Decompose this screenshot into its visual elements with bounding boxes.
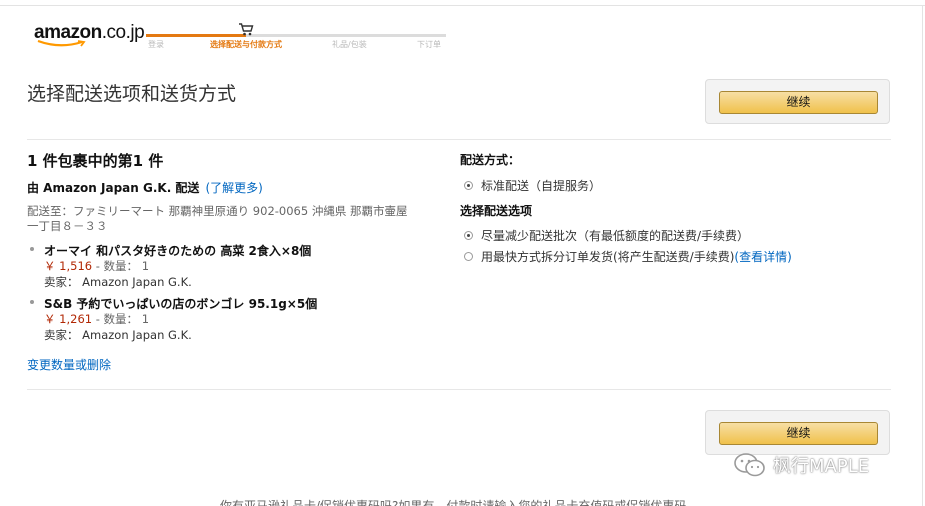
radio-fewest-shipments[interactable] bbox=[464, 231, 473, 240]
item-price-line: ￥ 1,261 - 数量： 1 bbox=[44, 311, 149, 327]
cart-icon bbox=[239, 23, 254, 36]
bullet bbox=[30, 247, 34, 251]
item-qty: - 数量： 1 bbox=[92, 312, 150, 326]
ship-by: 由 Amazon Japan G.K. 配送 (了解更多) bbox=[27, 179, 263, 196]
continue-box-top: 继续 bbox=[705, 79, 890, 124]
footer-text: 你有亚马逊礼品卡/促销优惠码吗?如果有，付款时请输入您的礼品卡充值码或促销优惠码… bbox=[220, 499, 699, 506]
step-shipping-payment: 选择配送与付款方式 bbox=[210, 40, 282, 49]
option-fewest-label: 尽量减少配送批次（有最低额度的配送费/手续费） bbox=[481, 229, 750, 243]
step-place-order: 下订单 bbox=[417, 40, 441, 49]
bullet bbox=[30, 300, 34, 304]
item-seller: 卖家： Amazon Japan G.K. bbox=[44, 275, 192, 289]
list-item: オーマイ 和パスタ好きのための 高菜 2食入×8個 ￥ 1,516 - 数量： … bbox=[30, 242, 430, 290]
option-fastest-label: 用最快方式拆分订单发货(将产生配送费/手续费) bbox=[481, 250, 735, 264]
page-title: 选择配送选项和送货方式 bbox=[27, 83, 237, 105]
item-name: S&B 予約でいっぱいの店のボンゴレ 95.1g×5個 bbox=[44, 297, 318, 311]
continue-box-bottom: 继续 bbox=[705, 410, 890, 455]
shipping-method-option[interactable]: 标准配送（自提服务） bbox=[464, 177, 601, 194]
shipping-method-label: 标准配送（自提服务） bbox=[481, 179, 602, 193]
item-seller: 卖家： Amazon Japan G.K. bbox=[44, 328, 192, 342]
shipping-option-fastest[interactable]: 用最快方式拆分订单发货(将产生配送费/手续费)(查看详情) bbox=[464, 248, 792, 265]
continue-button-top[interactable]: 继续 bbox=[719, 91, 878, 114]
item-price: ￥ 1,261 bbox=[44, 312, 93, 326]
wechat-icon bbox=[734, 453, 765, 477]
radio-fastest-split[interactable] bbox=[464, 252, 473, 261]
watermark-text: 枫行MAPLE bbox=[773, 456, 870, 477]
shipping-method-title: 配送方式： bbox=[460, 153, 521, 167]
top-border bbox=[0, 5, 925, 6]
item-price-line: ￥ 1,516 - 数量： 1 bbox=[44, 258, 149, 274]
delivery-address: 配送至：ファミリーマート 那覇神里原通り 902-0065 沖縄県 那覇市壷屋一… bbox=[27, 204, 408, 233]
progress-line-todo bbox=[246, 34, 446, 37]
ship-by-text: 由 Amazon Japan G.K. 配送 bbox=[27, 181, 200, 195]
divider-bottom bbox=[27, 389, 891, 390]
list-item: S&B 予約でいっぱいの店のボンゴレ 95.1g×5個 ￥ 1,261 - 数量… bbox=[30, 295, 430, 343]
change-quantity-link[interactable]: 变更数量或删除 bbox=[27, 356, 111, 373]
view-details-link[interactable]: (查看详情) bbox=[734, 250, 791, 264]
divider-top bbox=[27, 139, 891, 140]
right-border bbox=[922, 5, 923, 506]
logo-tld: .co.jp bbox=[101, 22, 145, 43]
checkout-progress: 登录 选择配送与付款方式 礼品/包装 下订单 bbox=[146, 22, 446, 52]
step-gift-wrap: 礼品/包装 bbox=[332, 40, 367, 49]
learn-more-link[interactable]: (了解更多) bbox=[205, 181, 262, 195]
radio-standard-shipping[interactable] bbox=[464, 181, 473, 190]
item-qty: - 数量： 1 bbox=[92, 259, 150, 273]
shipping-options-title: 选择配送选项 bbox=[460, 204, 533, 218]
package-title: 1 件包裹中的第1 件 bbox=[27, 152, 164, 170]
progress-line-done bbox=[146, 34, 246, 37]
step-login: 登录 bbox=[148, 40, 164, 49]
amazon-smile-icon bbox=[37, 40, 86, 47]
continue-button-bottom[interactable]: 继续 bbox=[719, 422, 878, 445]
shipping-option-fewest[interactable]: 尽量减少配送批次（有最低额度的配送费/手续费） bbox=[464, 227, 749, 244]
item-price: ￥ 1,516 bbox=[44, 259, 93, 273]
item-name: オーマイ 和パスタ好きのための 高菜 2食入×8個 bbox=[44, 244, 312, 258]
